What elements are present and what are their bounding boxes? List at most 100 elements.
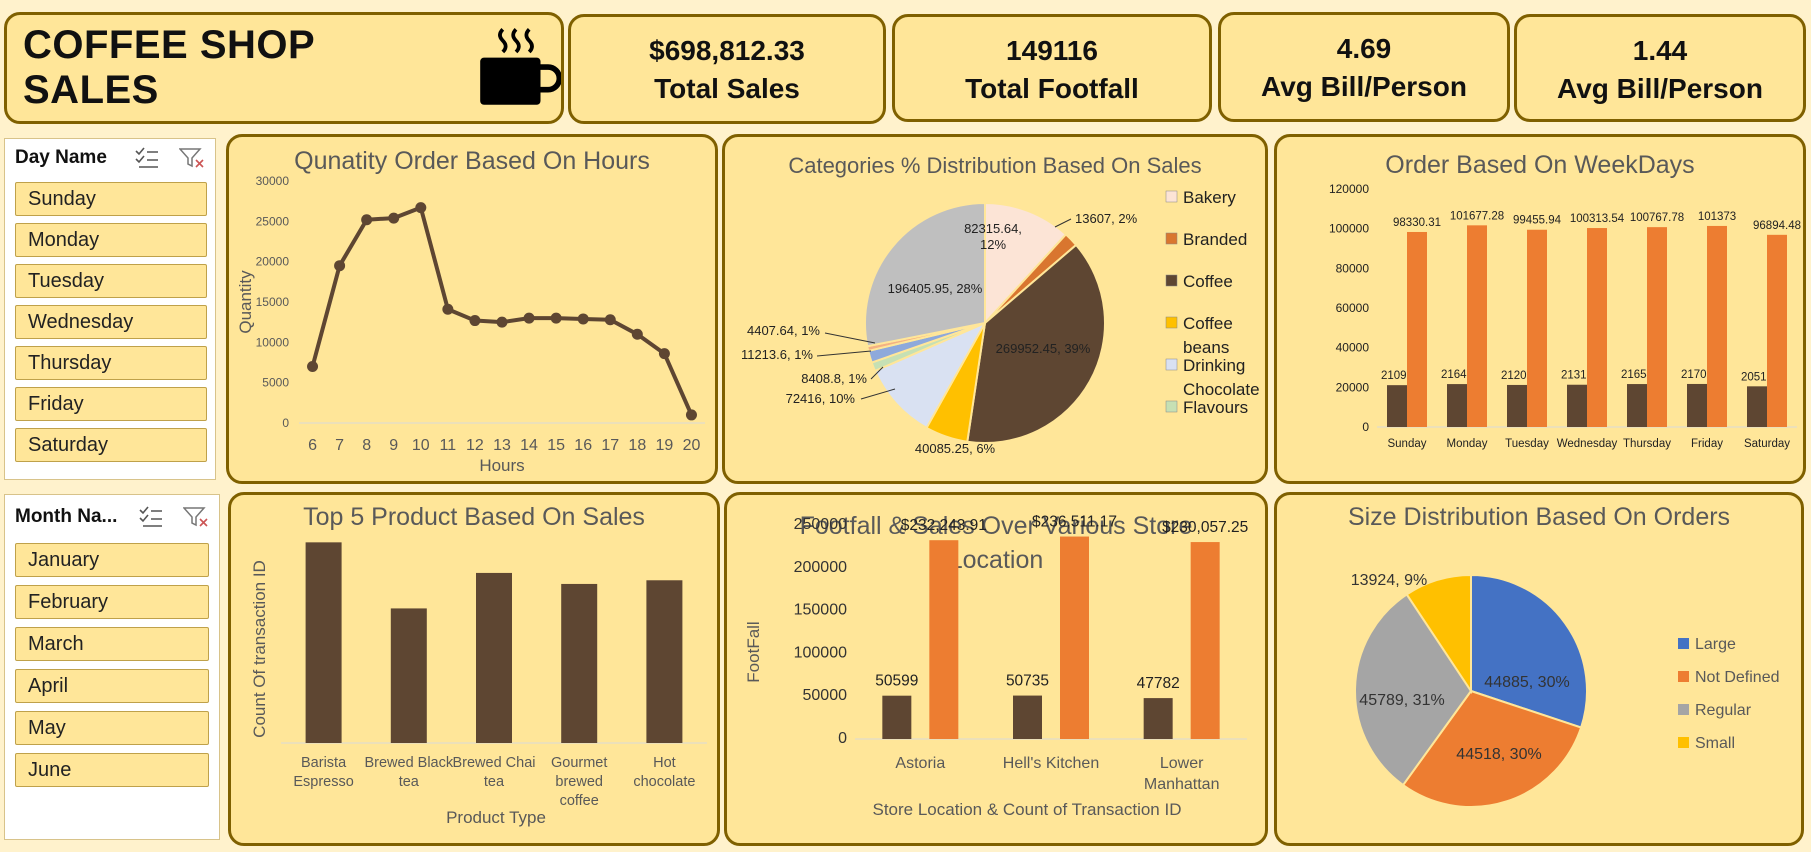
- x-axis-title: Store Location & Count of Transaction ID: [872, 800, 1181, 819]
- legend-label: Drinking Chocolate: [1183, 356, 1260, 399]
- data-label: 13924, 9%: [1351, 572, 1428, 589]
- data-point: [415, 202, 427, 214]
- bar: [1467, 225, 1487, 427]
- y-tick-label: 80000: [1336, 261, 1370, 275]
- kpi-value: 149116: [1006, 35, 1098, 66]
- multi-select-icon[interactable]: [139, 506, 163, 528]
- y-tick-label: 120000: [1329, 182, 1369, 196]
- store-bar-chart: 0 50000 100000 150000 200000 250000 50599 50735…: [744, 514, 1248, 819]
- slicer-item-thursday[interactable]: Thursday: [15, 346, 207, 380]
- y-tick-label: 60000: [1336, 301, 1370, 315]
- data-point: [307, 361, 319, 373]
- legend-label: Regular: [1695, 702, 1752, 719]
- data-point: [388, 212, 400, 224]
- legend-swatch: [1165, 232, 1178, 245]
- clear-filter-icon[interactable]: [183, 506, 209, 528]
- x-tick-label: Lower: [1160, 755, 1204, 772]
- legend-label: Small: [1695, 735, 1735, 752]
- x-tick-label: Monday: [1447, 438, 1488, 450]
- slicer-item-march[interactable]: March: [15, 627, 209, 661]
- y-tick-label: 5000: [262, 376, 289, 390]
- slicer-item-friday[interactable]: Friday: [15, 387, 207, 421]
- x-tick-label: coffee: [560, 793, 599, 809]
- data-label: 196405.95, 28%: [888, 281, 983, 296]
- legend-label: Not Defined: [1695, 669, 1780, 686]
- x-tick-label: Tuesday: [1505, 438, 1549, 450]
- y-tick-label: 0: [838, 730, 847, 747]
- weekdays-bar-chart: 02000040000600008000010000012000021096 21…: [1329, 182, 1801, 450]
- x-tick-label: Brewed Chai: [452, 755, 535, 771]
- data-point: [442, 303, 454, 315]
- x-axis-title: Hours: [479, 456, 524, 475]
- y-tick-label: 30000: [256, 174, 290, 188]
- slicer-item-saturday[interactable]: Saturday: [15, 428, 207, 462]
- slicer-item-sunday[interactable]: Sunday: [15, 182, 207, 216]
- y-tick-label: 200000: [794, 559, 847, 576]
- bar: [929, 540, 959, 739]
- bar: [1447, 384, 1467, 427]
- legend-label: Branded: [1183, 230, 1247, 249]
- x-tick-label: 17: [601, 437, 619, 454]
- legend-label: Large: [1695, 636, 1736, 653]
- slicer-item-february[interactable]: February: [15, 585, 209, 619]
- data-point: [334, 260, 346, 272]
- data-label: $230,057.25: [1162, 519, 1248, 536]
- day-slicer: Day Name Sunday Monday Tuesday Wednesday Thu…: [4, 138, 216, 480]
- x-tick-label: 6: [308, 437, 317, 454]
- x-tick-label: tea: [399, 774, 420, 790]
- x-tick-label: 9: [389, 437, 398, 454]
- clear-filter-icon[interactable]: [179, 147, 205, 169]
- bar: [1387, 385, 1407, 427]
- y-axis-title: FootFall: [744, 621, 763, 682]
- bar: [1407, 231, 1427, 427]
- hours-chart-card: Qunatity Order Based On Hours 0 5000 10000…: [226, 134, 718, 484]
- x-tick-label: 7: [335, 437, 344, 454]
- data-label: 45789, 31%: [1359, 692, 1444, 709]
- data-point: [496, 316, 508, 328]
- slicer-item-monday[interactable]: Monday: [15, 223, 207, 257]
- x-tick-label: Saturday: [1744, 438, 1790, 450]
- y-tick-label: 20000: [256, 255, 290, 269]
- y-axis-title: Count Of transaction ID: [250, 560, 269, 738]
- data-label: 50735: [1006, 673, 1049, 690]
- bar: [1767, 234, 1787, 427]
- data-label: 101677.28: [1450, 210, 1504, 222]
- data-point: [658, 348, 670, 360]
- multi-select-icon[interactable]: [135, 147, 159, 169]
- legend-label: Bakery: [1183, 188, 1236, 207]
- y-tick-label: 20000: [1336, 380, 1370, 394]
- slicer-item-january[interactable]: January: [15, 543, 209, 577]
- y-tick-label: 0: [282, 416, 289, 430]
- bar: [1567, 384, 1587, 427]
- y-tick-label: 0: [1362, 420, 1369, 434]
- x-tick-label: Wednesday: [1557, 438, 1618, 450]
- data-point: [550, 312, 562, 324]
- slicer-item-tuesday[interactable]: Tuesday: [15, 264, 207, 298]
- size-pie-chart: 44885, 30% 44518, 30% 45789, 31% 13924, 9% L…: [1351, 572, 1780, 808]
- data-label: 98330.31: [1393, 217, 1441, 229]
- slicer-item-may[interactable]: May: [15, 711, 209, 745]
- x-tick-label: Hot: [653, 755, 676, 771]
- size-chart-card: Size Distribution Based On Orders 44885,…: [1274, 492, 1804, 846]
- slicer-item-april[interactable]: April: [15, 669, 209, 703]
- bar: [1143, 698, 1173, 739]
- slicer-header-label: Month Na...: [15, 506, 118, 527]
- data-label: 100767.78: [1630, 212, 1684, 224]
- legend-label: Coffee beans: [1183, 314, 1233, 357]
- slicer-item-wednesday[interactable]: Wednesday: [15, 305, 207, 339]
- x-tick-label: 18: [628, 437, 646, 454]
- series-line: [310, 205, 694, 416]
- kpi-avg-bill: 4.69 Avg Bill/Person: [1218, 12, 1510, 122]
- slicer-item-june[interactable]: June: [15, 753, 209, 787]
- kpi-value: 1.44: [1632, 35, 1688, 66]
- kpi-value: $698,812.33: [649, 35, 805, 66]
- legend-label: Flavours: [1183, 398, 1248, 417]
- x-tick-label: Barista: [301, 755, 347, 771]
- data-label: 47782: [1137, 675, 1180, 692]
- x-tick-label: Friday: [1691, 438, 1723, 450]
- x-tick-label: tea: [484, 774, 505, 790]
- bar: [1587, 228, 1607, 427]
- y-tick-label: 15000: [256, 295, 290, 309]
- data-point: [685, 409, 697, 421]
- x-axis-title: Product Type: [446, 808, 546, 827]
